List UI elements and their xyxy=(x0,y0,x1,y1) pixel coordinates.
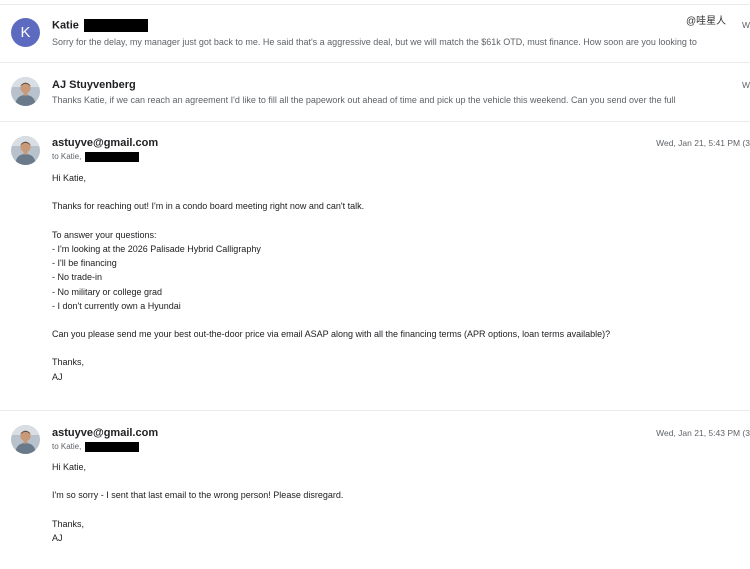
body-line: Hi Katie, xyxy=(52,462,87,472)
message-date: Wed, Jan 21, 5:43 PM (3 xyxy=(656,428,750,438)
body-line: AJ xyxy=(52,371,63,382)
message-snippet: Sorry for the delay, my manager just got… xyxy=(52,37,697,47)
sender-name: Katie xyxy=(52,19,148,32)
message-snippet: Thanks Katie, if we can reach an agreeme… xyxy=(52,95,676,105)
body-line xyxy=(52,503,343,517)
body-line: - No military or college grad xyxy=(52,286,163,297)
body-line xyxy=(52,474,343,488)
body-line: Hi Katie, xyxy=(52,173,87,183)
redacted-block xyxy=(84,152,139,162)
email-thread: @哇星人 K Katie Sorry for the delay, my man… xyxy=(0,0,750,569)
message-body: Hi Katie, Thanks for reaching out! I'm i… xyxy=(52,171,610,384)
sender-email[interactable]: astuyve@gmail.com xyxy=(52,137,158,149)
recipient-line[interactable]: to Katie, xyxy=(52,442,139,452)
body-line: - I don't currently own a Hyundai xyxy=(52,300,181,311)
sender-name: AJ Stuyvenberg xyxy=(52,79,136,91)
body-line: Thanks, xyxy=(52,357,85,368)
redacted-block xyxy=(83,19,148,32)
body-line: To answer your questions: xyxy=(52,229,157,240)
expanded-message-1: astuyve@gmail.com to Katie, Wed, Jan 21,… xyxy=(0,121,750,411)
avatar xyxy=(11,77,40,106)
body-line xyxy=(52,214,610,228)
body-line: I'm so sorry - I sent that last email to… xyxy=(52,490,344,501)
body-line: - I'll be financing xyxy=(52,258,117,269)
message-body: Hi Katie, I'm so sorry - I sent that las… xyxy=(52,460,343,545)
expanded-message-2: astuyve@gmail.com to Katie, Wed, Jan 21,… xyxy=(0,410,750,569)
message-date: W xyxy=(741,80,750,90)
message-date: W xyxy=(741,20,750,30)
body-line xyxy=(52,185,610,199)
body-line: - No trade-in xyxy=(52,272,103,283)
recipient-line[interactable]: to Katie, xyxy=(52,152,139,162)
body-line: Thanks, xyxy=(52,518,85,529)
collapsed-message-katie[interactable]: K Katie Sorry for the delay, my manager … xyxy=(0,4,750,62)
body-line xyxy=(52,341,610,355)
body-line: Can you please send me your best out-the… xyxy=(52,329,611,340)
body-line: AJ xyxy=(52,532,63,543)
body-line: Thanks for reaching out! I'm in a condo … xyxy=(52,201,365,212)
sender-email[interactable]: astuyve@gmail.com xyxy=(52,427,158,439)
avatar xyxy=(11,425,40,454)
message-date: Wed, Jan 21, 5:41 PM (3 xyxy=(656,138,750,148)
body-line xyxy=(52,313,610,327)
avatar-photo-icon xyxy=(11,77,40,106)
collapsed-message-aj[interactable]: AJ Stuyvenberg Thanks Katie, if we can r… xyxy=(0,62,750,120)
avatar xyxy=(11,136,40,165)
avatar-photo-icon xyxy=(11,136,40,165)
avatar: K xyxy=(11,18,40,47)
body-line: - I'm looking at the 2026 Palisade Hybri… xyxy=(52,243,261,254)
redacted-block xyxy=(84,442,139,452)
avatar-photo-icon xyxy=(11,425,40,454)
